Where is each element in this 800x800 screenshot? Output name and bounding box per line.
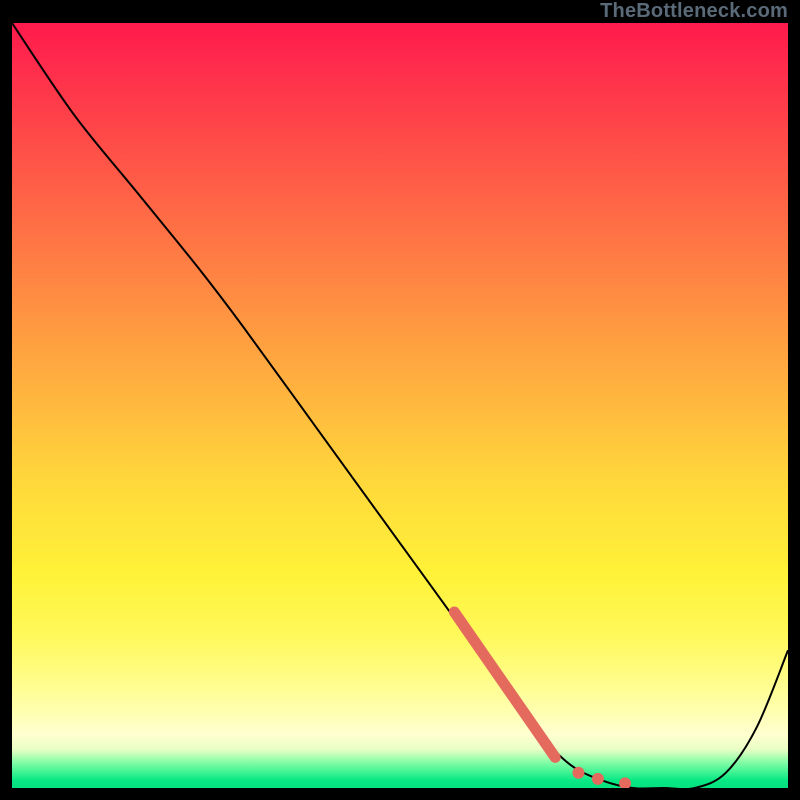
highlight-dots xyxy=(572,767,631,788)
chart-container: TheBottleneck.com xyxy=(0,0,800,800)
highlight-segment xyxy=(454,612,555,757)
highlight-dot xyxy=(592,773,604,785)
attribution-label: TheBottleneck.com xyxy=(600,0,788,22)
highlight-dot xyxy=(572,767,584,779)
bottleneck-curve xyxy=(12,23,788,788)
highlight-dot xyxy=(619,777,631,788)
plot-area xyxy=(12,23,788,788)
curve-svg xyxy=(12,23,788,788)
